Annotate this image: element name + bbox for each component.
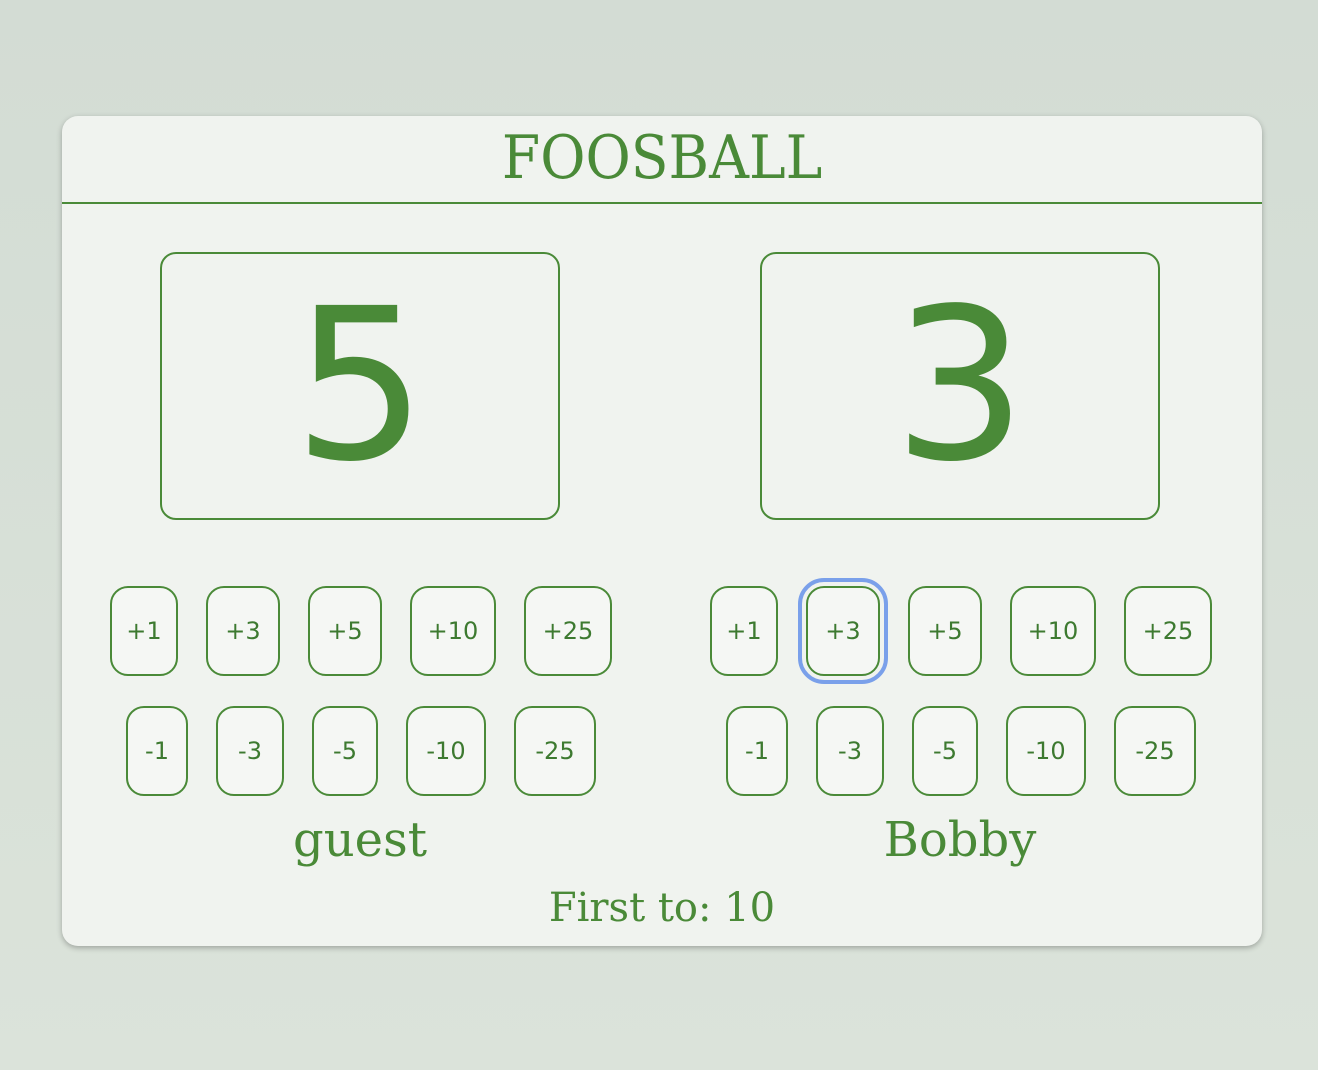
decrement-row-bobby: -1 -3 -5 -10 -25 xyxy=(662,706,1262,796)
guest-plus-3-button[interactable]: +3 xyxy=(206,586,280,676)
score-display-bobby: 3 xyxy=(760,252,1160,520)
guest-minus-10-button[interactable]: -10 xyxy=(406,706,486,796)
header: FOOSBALL xyxy=(62,116,1262,204)
guest-minus-25-button[interactable]: -25 xyxy=(514,706,596,796)
bobby-minus-10-button[interactable]: -10 xyxy=(1006,706,1086,796)
guest-minus-3-button[interactable]: -3 xyxy=(216,706,284,796)
score-display-guest: 5 xyxy=(160,252,560,520)
score-value-guest: 5 xyxy=(293,263,427,508)
bobby-minus-25-button[interactable]: -25 xyxy=(1114,706,1196,796)
bobby-plus-10-button[interactable]: +10 xyxy=(1010,586,1096,676)
guest-plus-1-button[interactable]: +1 xyxy=(110,586,178,676)
guest-minus-1-button[interactable]: -1 xyxy=(126,706,188,796)
first-to-label: First to: 10 xyxy=(548,885,776,931)
scoreboard-card: FOOSBALL 5 +1 +3 +5 +10 +25 -1 -3 -5 -10… xyxy=(62,116,1262,946)
guest-plus-10-button[interactable]: +10 xyxy=(410,586,496,676)
score-value-bobby: 3 xyxy=(893,263,1027,508)
bobby-minus-5-button[interactable]: -5 xyxy=(912,706,978,796)
player-name-guest: guest xyxy=(293,812,427,868)
bobby-plus-3-button[interactable]: +3 xyxy=(798,578,888,684)
bobby-plus-5-button[interactable]: +5 xyxy=(908,586,982,676)
page-title: FOOSBALL xyxy=(501,123,823,193)
guest-minus-5-button[interactable]: -5 xyxy=(312,706,378,796)
increment-row-bobby: +1 +3 +5 +10 +25 xyxy=(662,578,1262,684)
bobby-minus-1-button[interactable]: -1 xyxy=(726,706,788,796)
guest-plus-25-button[interactable]: +25 xyxy=(524,586,612,676)
decrement-row-guest: -1 -3 -5 -10 -25 xyxy=(62,706,662,796)
bobby-plus-1-button[interactable]: +1 xyxy=(710,586,778,676)
bobby-minus-3-button[interactable]: -3 xyxy=(816,706,884,796)
player-name-bobby: Bobby xyxy=(883,812,1037,868)
increment-row-guest: +1 +3 +5 +10 +25 xyxy=(62,586,662,676)
bobby-plus-25-button[interactable]: +25 xyxy=(1124,586,1212,676)
guest-plus-5-button[interactable]: +5 xyxy=(308,586,382,676)
